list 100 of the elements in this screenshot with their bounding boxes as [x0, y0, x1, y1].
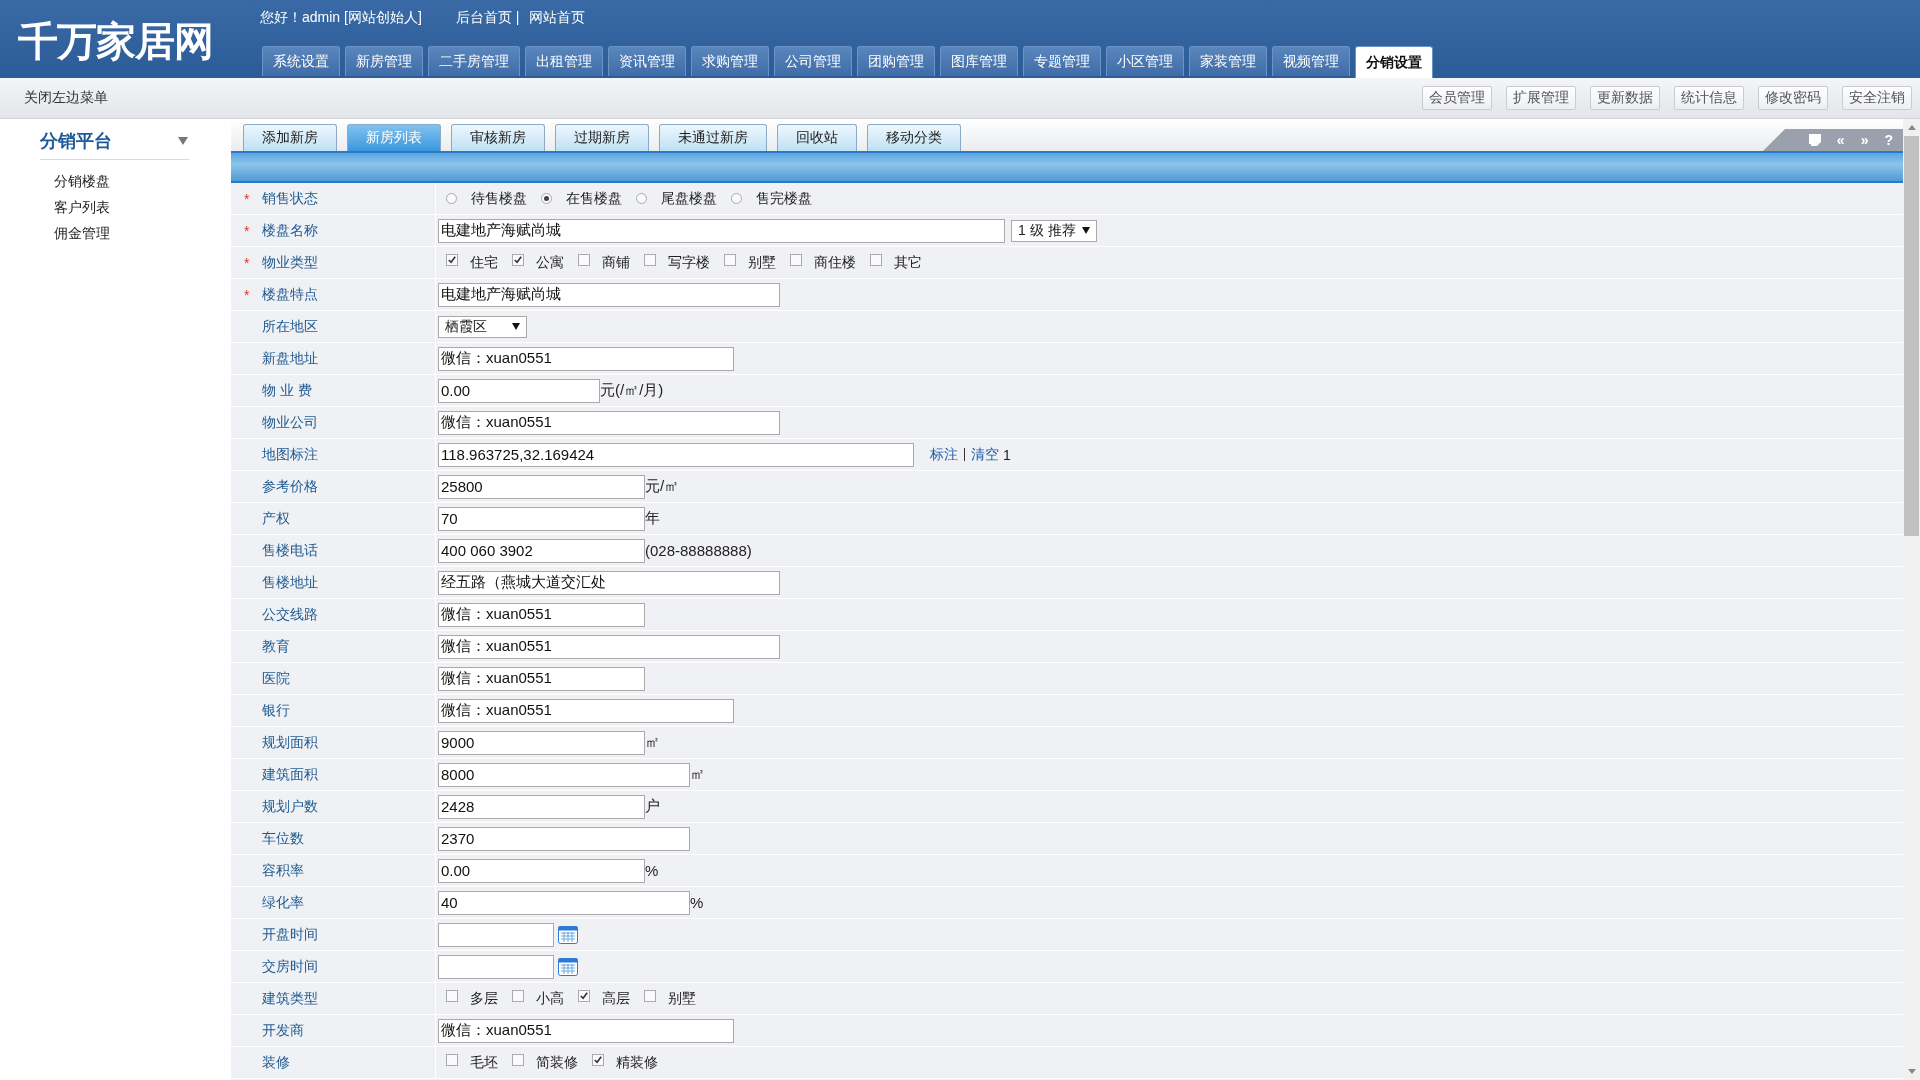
checkbox[interactable] [724, 253, 736, 266]
tab[interactable]: 回收站 [777, 124, 857, 151]
option-label: 精装修 [616, 1053, 658, 1072]
field-label: 物业类型 [262, 253, 318, 272]
checkbox[interactable] [512, 989, 524, 1002]
recommend-select[interactable]: 1 级 推荐 [1011, 219, 1097, 242]
toolbar-button[interactable]: 更新数据 [1590, 86, 1660, 110]
tab[interactable]: 添加新房 [243, 124, 337, 151]
caret-icon[interactable] [177, 136, 189, 146]
nav-tab[interactable]: 系统设置 [262, 46, 340, 76]
close-menu-link[interactable]: 关闭左边菜单 [24, 89, 108, 107]
checkbox[interactable] [644, 253, 656, 266]
input-field[interactable]: 电建地产海赋尚城 [438, 218, 1005, 243]
nav-tab[interactable]: 公司管理 [774, 46, 852, 76]
checkbox[interactable] [578, 253, 590, 266]
input-field[interactable]: 微信：xuan0551 [438, 634, 780, 659]
scrollbar[interactable] [1903, 119, 1920, 1080]
input-field[interactable]: 8000 [438, 762, 690, 787]
header-link[interactable]: 后台首页 | [455, 9, 520, 27]
nav-tab[interactable]: 资讯管理 [608, 46, 686, 76]
checkbox[interactable] [512, 1053, 524, 1066]
tab[interactable]: 过期新房 [555, 124, 649, 151]
nav-tab[interactable]: 团购管理 [857, 46, 935, 76]
input-field[interactable]: 9000 [438, 730, 645, 755]
tab[interactable]: 未通过新房 [659, 124, 767, 151]
field-label: 公交线路 [262, 605, 318, 624]
toolbar-button[interactable]: 修改密码 [1758, 86, 1828, 110]
nav-tab[interactable]: 二手房管理 [428, 46, 520, 76]
input-field[interactable]: 经五路（燕城大道交汇处 [438, 570, 780, 595]
tab[interactable]: 移动分类 [867, 124, 961, 151]
checkbox[interactable] [870, 253, 882, 266]
nav-tab[interactable]: 图库管理 [940, 46, 1018, 76]
field-label: 售楼电话 [262, 541, 318, 560]
field-label: 规划面积 [262, 733, 318, 752]
field-label: 所在地区 [262, 317, 318, 336]
input-field[interactable]: 0.00 [438, 378, 600, 403]
field-label: 物 业 费 [262, 381, 312, 400]
toolbar-button[interactable]: 扩展管理 [1506, 86, 1576, 110]
input-field[interactable]: 微信：xuan0551 [438, 698, 734, 723]
checkbox[interactable] [592, 1053, 604, 1066]
field-label: 车位数 [262, 829, 304, 848]
note-icon[interactable] [1808, 134, 1821, 146]
sidebar-item[interactable]: 客户列表 [54, 194, 110, 220]
input-field[interactable]: 微信：xuan0551 [438, 1018, 734, 1043]
input-field[interactable]: 2370 [438, 826, 690, 851]
sidebar-title[interactable]: 分销平台 [40, 129, 112, 153]
unit-text: 户 [645, 797, 660, 816]
radio-button[interactable] [446, 193, 457, 204]
input-field[interactable]: 25800 [438, 474, 645, 499]
tab[interactable]: 审核新房 [451, 124, 545, 151]
map-link[interactable]: 标注 [930, 445, 958, 464]
input-field[interactable]: 40 [438, 890, 690, 915]
required-mark: * [244, 286, 251, 303]
toolbar-button[interactable]: 会员管理 [1422, 86, 1492, 110]
sidebar-item[interactable]: 佣金管理 [54, 220, 110, 246]
unit-text: % [690, 894, 704, 911]
header-link[interactable]: 网站首页 [529, 9, 586, 27]
date-field[interactable] [438, 954, 554, 979]
option-label: 商铺 [602, 253, 630, 272]
checkbox[interactable] [790, 253, 802, 266]
input-field[interactable]: 400 060 3902 [438, 538, 645, 563]
radio-button[interactable] [541, 193, 552, 204]
sidebar-item[interactable]: 分销楼盘 [54, 168, 110, 194]
input-field[interactable]: 微信：xuan0551 [438, 346, 734, 371]
radio-button[interactable] [636, 193, 647, 204]
toolbar-button[interactable]: 统计信息 [1674, 86, 1744, 110]
radio-button[interactable] [731, 193, 742, 204]
checkbox[interactable] [578, 989, 590, 1002]
unit-text: 元/㎡ [645, 477, 680, 496]
input-field[interactable]: 微信：xuan0551 [438, 666, 645, 691]
nav-tab[interactable]: 求购管理 [691, 46, 769, 76]
input-field[interactable]: 118.963725,32.169424 [438, 442, 914, 467]
nav-tab[interactable]: 出租管理 [525, 46, 603, 76]
input-field[interactable]: 微信：xuan0551 [438, 602, 645, 627]
input-field[interactable]: 电建地产海赋尚城 [438, 282, 780, 307]
option-label: 小高 [536, 989, 564, 1008]
nav-tab[interactable]: 视频管理 [1272, 46, 1350, 76]
checkbox[interactable] [512, 253, 524, 266]
checkbox[interactable] [446, 1053, 458, 1066]
input-field[interactable]: 微信：xuan0551 [438, 410, 780, 435]
checkbox[interactable] [446, 989, 458, 1002]
input-field[interactable]: 2428 [438, 794, 645, 819]
date-field[interactable] [438, 922, 554, 947]
calendar-icon[interactable] [558, 925, 578, 944]
nav-tab[interactable]: 新房管理 [345, 46, 423, 76]
map-link[interactable]: 清空 [971, 445, 999, 464]
count-text: 1 [1003, 446, 1011, 463]
calendar-icon[interactable] [558, 957, 578, 976]
nav-tab[interactable]: 家装管理 [1189, 46, 1267, 76]
nav-tab[interactable]: 小区管理 [1106, 46, 1184, 76]
field-label: 交房时间 [262, 957, 318, 976]
checkbox[interactable] [644, 989, 656, 1002]
input-field[interactable]: 0.00 [438, 858, 645, 883]
toolbar-button[interactable]: 安全注销 [1842, 86, 1912, 110]
region-select[interactable]: 栖霞区 [438, 315, 527, 338]
option-label: 商住楼 [814, 253, 856, 272]
nav-tab[interactable]: 分销设置 [1355, 46, 1433, 78]
nav-tab[interactable]: 专题管理 [1023, 46, 1101, 76]
checkbox[interactable] [446, 253, 458, 266]
input-field[interactable]: 70 [438, 506, 645, 531]
